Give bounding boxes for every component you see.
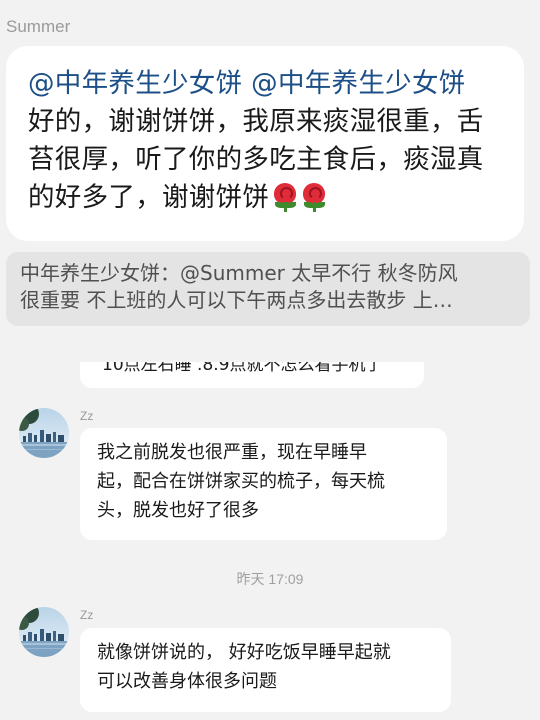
- sender-name: Zz: [80, 409, 94, 423]
- message-bubble[interactable]: 我之前脱发也很严重，现在早睡早 起，配合在饼饼家买的梳子，每天梳 头，脱发也好了…: [80, 428, 447, 540]
- avatar-lake-skyline-icon: [19, 607, 69, 657]
- partial-message-bubble[interactable]: 10点左右睡 .8.9点就不怎么看手机了: [80, 362, 424, 388]
- rose-emoji-icon: [272, 182, 298, 212]
- timestamp-divider: 昨天 17:09: [236, 571, 304, 587]
- avatar[interactable]: [19, 607, 69, 657]
- avatar[interactable]: [19, 408, 69, 458]
- mention-link[interactable]: @中年养生少女饼: [251, 68, 465, 99]
- sender-name: Zz: [80, 608, 94, 622]
- message-bubble[interactable]: 就像饼饼说的， 好好吃饭早睡早起就 可以改善身体很多问题: [80, 628, 451, 712]
- message-line: 就像饼饼说的， 好好吃饭早睡早起就: [97, 642, 391, 663]
- mention-link[interactable]: @中年养生少女饼: [28, 68, 242, 99]
- partial-message-text: 10点左右睡 .8.9点就不怎么看手机了: [102, 362, 383, 375]
- quoted-message-text: 好的，谢谢饼饼，我原来痰湿很重，舌苔很厚，听了你的多吃主食后，痰湿真的好多了，谢…: [28, 103, 504, 217]
- mention-line: @中年养生少女饼 @中年养生少女饼: [28, 65, 504, 103]
- message-line: 头，脱发也好了很多: [97, 500, 259, 521]
- message-line: 可以改善身体很多问题: [97, 671, 277, 692]
- message-line: 起，配合在饼饼家买的梳子，每天梳: [97, 471, 385, 492]
- reply-quote-line: 中年养生少女饼：@Summer 太早不行 秋冬防风: [20, 261, 458, 285]
- quoted-message-bubble[interactable]: @中年养生少女饼 @中年养生少女饼 好的，谢谢饼饼，我原来痰湿很重，舌苔很厚，听…: [6, 46, 524, 241]
- quoted-sender-name: Summer: [6, 17, 71, 36]
- message-line: 我之前脱发也很严重，现在早睡早: [97, 442, 367, 463]
- reply-quote-line: 很重要 不上班的人可以下午两点多出去散步 上…: [20, 288, 453, 312]
- quoted-message-body: 好的，谢谢饼饼，我原来痰湿很重，舌苔很厚，听了你的多吃主食后，痰湿真的好多了，谢…: [28, 106, 484, 213]
- rose-emoji-icon: [301, 182, 327, 212]
- reply-quote-preview[interactable]: 中年养生少女饼：@Summer 太早不行 秋冬防风 很重要 不上班的人可以下午两…: [6, 252, 530, 326]
- avatar-lake-skyline-icon: [19, 408, 69, 458]
